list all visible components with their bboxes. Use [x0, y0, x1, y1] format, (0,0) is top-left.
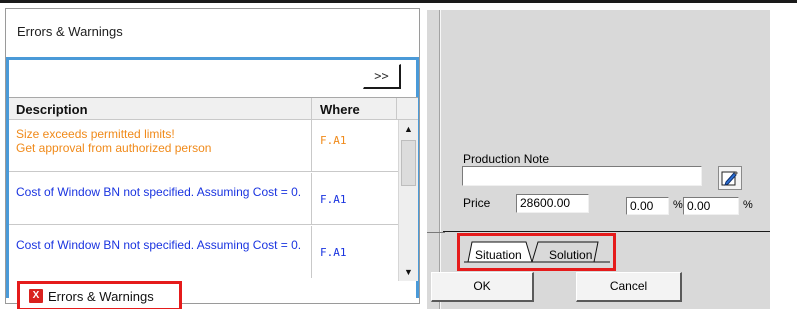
percent-field-2[interactable]: 0.00 — [683, 197, 739, 215]
cancel-button[interactable]: Cancel — [576, 272, 682, 302]
top-rule — [0, 0, 797, 3]
edit-note-icon — [721, 171, 738, 186]
tab-solution[interactable]: Solution — [549, 248, 592, 262]
scroll-down-icon[interactable]: ▼ — [399, 264, 418, 281]
table-header: Description Where — [9, 98, 418, 120]
frame-divider — [443, 231, 770, 232]
expand-button[interactable]: >> — [363, 64, 401, 89]
errors-warnings-panel: Errors & Warnings >> Description Where S… — [5, 8, 420, 309]
row-where: F.A1 — [320, 134, 347, 147]
scroll-thumb[interactable] — [401, 140, 416, 186]
row-where: F.A1 — [320, 193, 347, 206]
price-field[interactable]: 28600.00 — [516, 194, 589, 213]
production-note-field[interactable] — [462, 166, 702, 186]
error-x-icon: X — [29, 289, 43, 303]
percent-field-1[interactable]: 0.00 — [626, 197, 669, 215]
percent-sign: % — [673, 199, 683, 211]
vertical-scrollbar[interactable]: ▲ ▼ — [398, 120, 418, 281]
errors-warnings-tab[interactable]: X Errors & Warnings — [17, 281, 182, 309]
messages-table: Description Where Size exceeds permitted… — [9, 97, 418, 281]
row-description: Cost of Window BN not specified. Assumin… — [16, 185, 302, 199]
panel-title: Errors & Warnings — [17, 24, 123, 39]
column-header-where[interactable]: Where — [320, 102, 360, 117]
row-description: Size exceeds permitted limits! Get appro… — [16, 127, 212, 155]
column-header-description[interactable]: Description — [16, 102, 88, 117]
row-where: F.A1 — [320, 246, 347, 259]
table-row[interactable]: Size exceeds permitted limits! Get appro… — [9, 120, 398, 172]
edit-note-button[interactable] — [718, 166, 742, 190]
errors-tab-label: Errors & Warnings — [48, 289, 154, 304]
percent-sign: % — [743, 199, 753, 211]
row-description: Cost of Window BN not specified. Assumin… — [16, 238, 302, 252]
production-note-label: Production Note — [463, 152, 550, 166]
panel-accent-line — [6, 57, 419, 60]
tab-situation[interactable]: Situation — [475, 248, 522, 262]
scroll-up-icon[interactable]: ▲ — [399, 121, 418, 138]
situation-solution-tabs: Situation Solution — [457, 233, 616, 271]
table-row[interactable]: Cost of Window BN not specified. Assumin… — [9, 226, 398, 278]
table-row[interactable]: Cost of Window BN not specified. Assumin… — [9, 173, 398, 225]
price-label: Price — [463, 196, 491, 210]
ok-button[interactable]: OK — [431, 272, 534, 302]
